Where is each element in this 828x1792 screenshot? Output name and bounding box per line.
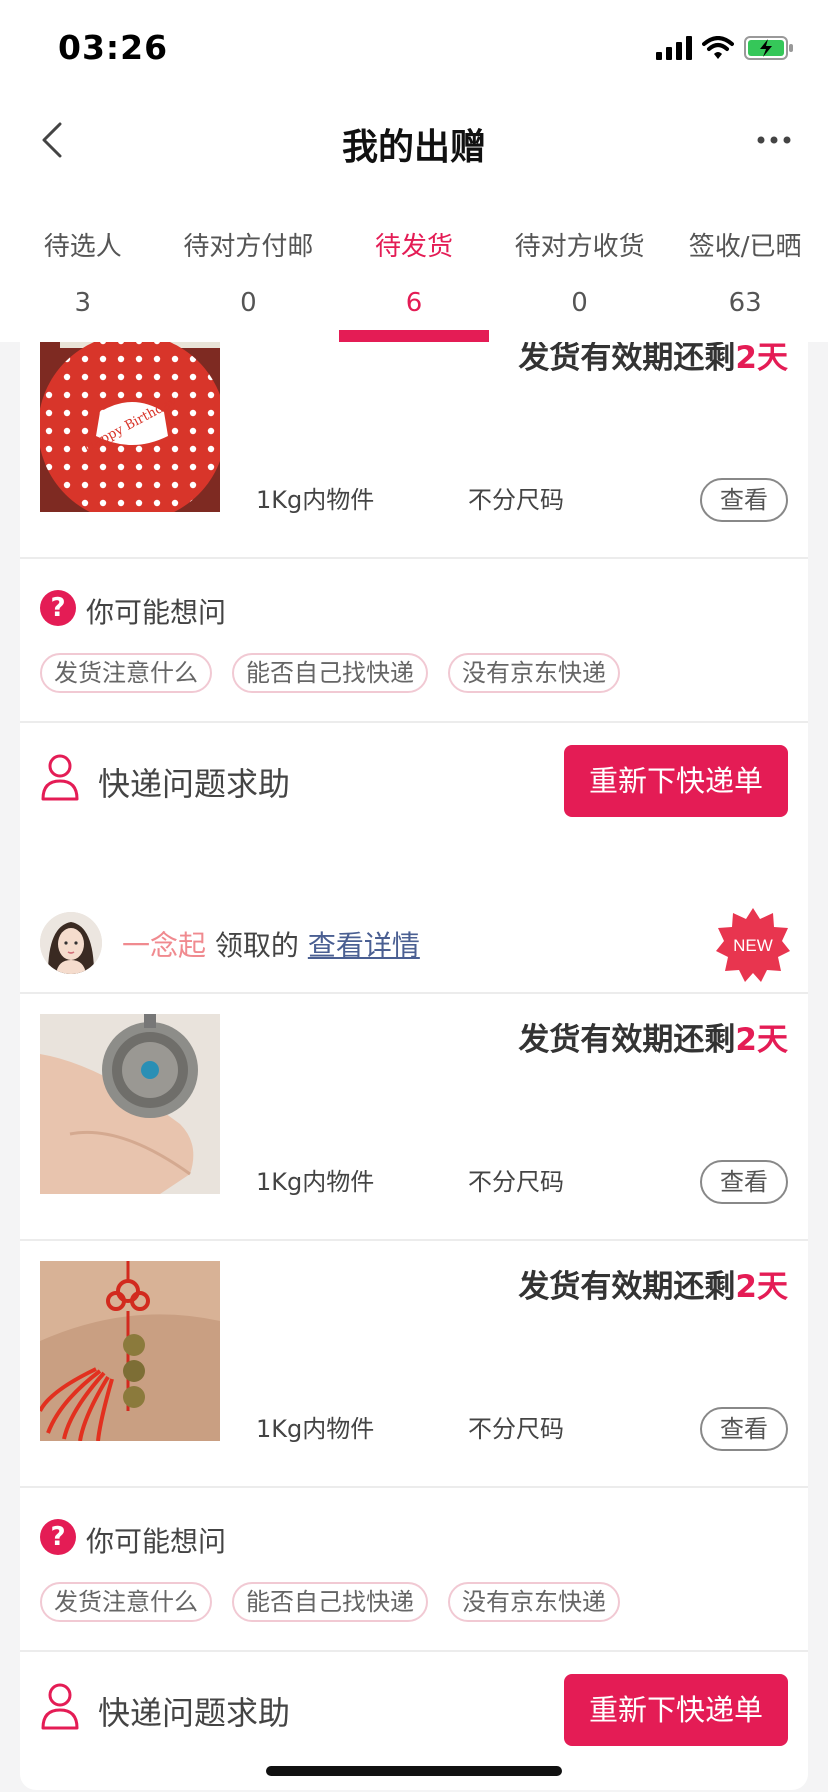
product-row[interactable]: Happy Birthday 发货有效期还剩2天 1Kg内物件 不分尺码 查看 bbox=[20, 342, 808, 559]
view-button[interactable]: 查看 bbox=[700, 1407, 788, 1451]
person-icon bbox=[40, 1682, 80, 1734]
tab-pending-select[interactable]: 待选人 3 bbox=[0, 186, 166, 342]
question-icon: ? bbox=[40, 590, 76, 626]
order-card: 一念起 领取的 查看详情 NEW 发货有效期还剩2天 1Kg内物件 不分尺码 查… bbox=[20, 890, 808, 1790]
active-tab-indicator bbox=[339, 330, 489, 342]
wifi-icon bbox=[702, 36, 734, 64]
size-spec: 不分尺码 bbox=[468, 1415, 564, 1443]
view-button[interactable]: 查看 bbox=[700, 478, 788, 522]
more-button[interactable] bbox=[746, 116, 802, 164]
status-tabs: 待选人 3 待对方付邮 0 待发货 6 待对方收货 0 签收/已晒 63 bbox=[0, 186, 828, 342]
tab-received-shared[interactable]: 签收/已晒 63 bbox=[662, 186, 828, 342]
deadline-days: 2天 bbox=[735, 342, 788, 376]
product-image: Happy Birthday bbox=[40, 342, 220, 512]
tab-count: 3 bbox=[74, 288, 92, 318]
product-row[interactable]: 发货有效期还剩2天 1Kg内物件 不分尺码 查看 bbox=[20, 1241, 808, 1488]
size-spec: 不分尺码 bbox=[468, 486, 564, 514]
signal-icon bbox=[656, 36, 692, 64]
reorder-express-button[interactable]: 重新下快递单 bbox=[564, 1674, 788, 1746]
faq-chip[interactable]: 发货注意什么 bbox=[40, 653, 212, 693]
product-row[interactable]: 发货有效期还剩2天 1Kg内物件 不分尺码 查看 bbox=[20, 994, 808, 1241]
deadline-days: 2天 bbox=[735, 1269, 788, 1305]
faq-chip[interactable]: 能否自己找快递 bbox=[232, 1582, 428, 1622]
tab-count: 63 bbox=[728, 288, 762, 318]
receiver-name[interactable]: 一念起 bbox=[122, 929, 206, 962]
faq-title: 你可能想问 bbox=[86, 1525, 227, 1558]
deadline-prefix: 发货有效期还剩 bbox=[518, 342, 736, 376]
more-dots-icon bbox=[757, 136, 791, 144]
view-button[interactable]: 查看 bbox=[700, 1160, 788, 1204]
size-spec: 不分尺码 bbox=[468, 1168, 564, 1196]
nav-bar: 我的出赠 bbox=[0, 96, 828, 186]
shipping-deadline: 发货有效期还剩2天 bbox=[518, 1261, 788, 1306]
screen: 03:26 我的出赠 待选人 3 待对方付邮 0 待发货 6 待对方收货 0 签… bbox=[0, 0, 828, 1792]
order-list[interactable]: Happy Birthday 发货有效期还剩2天 1Kg内物件 不分尺码 查看 … bbox=[0, 342, 828, 1792]
status-icons bbox=[656, 36, 794, 64]
tab-pending-postage[interactable]: 待对方付邮 0 bbox=[166, 186, 332, 342]
faq-chips: 发货注意什么 能否自己找快递 没有京东快递 bbox=[40, 653, 620, 693]
express-help-row: 快递问题求助 重新下快递单 bbox=[20, 1652, 808, 1764]
faq-section: ? 你可能想问 发货注意什么 能否自己找快递 没有京东快递 bbox=[20, 559, 808, 723]
weight-spec: 1Kg内物件 bbox=[256, 1168, 375, 1196]
avatar[interactable] bbox=[40, 912, 102, 974]
faq-chip[interactable]: 没有京东快递 bbox=[448, 1582, 620, 1622]
tab-pending-shipment[interactable]: 待发货 6 bbox=[331, 186, 497, 342]
page-title: 我的出赠 bbox=[341, 127, 486, 168]
status-time: 03:26 bbox=[58, 28, 169, 67]
tab-count: 0 bbox=[240, 288, 257, 318]
weight-spec: 1Kg内物件 bbox=[256, 486, 375, 514]
deadline-days: 2天 bbox=[735, 1022, 788, 1058]
tab-label: 待对方收货 bbox=[514, 232, 645, 262]
receiver-info: 一念起 领取的 查看详情 bbox=[122, 924, 420, 964]
tab-label: 待选人 bbox=[43, 232, 122, 262]
home-indicator bbox=[266, 1766, 562, 1776]
person-icon bbox=[40, 753, 80, 805]
question-icon: ? bbox=[40, 1519, 76, 1555]
deadline-prefix: 发货有效期还剩 bbox=[518, 1269, 736, 1305]
tab-label: 待发货 bbox=[374, 232, 453, 262]
faq-chips: 发货注意什么 能否自己找快递 没有京东快递 bbox=[40, 1582, 620, 1622]
view-details-link[interactable]: 查看详情 bbox=[308, 929, 420, 962]
battery-charging-icon bbox=[744, 35, 794, 65]
tab-label: 签收/已晒 bbox=[688, 232, 802, 262]
status-bar: 03:26 bbox=[0, 0, 828, 96]
product-image bbox=[40, 1014, 220, 1194]
reorder-express-button[interactable]: 重新下快递单 bbox=[564, 745, 788, 817]
new-badge: NEW bbox=[716, 908, 790, 982]
faq-chip[interactable]: 发货注意什么 bbox=[40, 1582, 212, 1622]
express-help-link[interactable]: 快递问题求助 bbox=[98, 759, 290, 805]
tab-label: 待对方付邮 bbox=[183, 232, 314, 262]
weight-spec: 1Kg内物件 bbox=[256, 1415, 375, 1443]
faq-title: 你可能想问 bbox=[86, 596, 227, 629]
receiver-action: 领取的 bbox=[206, 929, 308, 962]
faq-chip[interactable]: 没有京东快递 bbox=[448, 653, 620, 693]
new-badge-text: NEW bbox=[733, 936, 773, 955]
express-help-row: 快递问题求助 重新下快递单 bbox=[20, 723, 808, 835]
express-help-link[interactable]: 快递问题求助 bbox=[98, 1688, 290, 1734]
faq-chip[interactable]: 能否自己找快递 bbox=[232, 653, 428, 693]
receiver-row: 一念起 领取的 查看详情 NEW bbox=[20, 890, 808, 994]
shipping-deadline: 发货有效期还剩2天 bbox=[518, 342, 788, 377]
tab-pending-receipt[interactable]: 待对方收货 0 bbox=[497, 186, 663, 342]
product-image bbox=[40, 1261, 220, 1441]
deadline-prefix: 发货有效期还剩 bbox=[518, 1022, 736, 1058]
tab-count: 6 bbox=[405, 288, 423, 318]
shipping-deadline: 发货有效期还剩2天 bbox=[518, 1014, 788, 1059]
tab-count: 0 bbox=[571, 288, 588, 318]
faq-section: ? 你可能想问 发货注意什么 能否自己找快递 没有京东快递 bbox=[20, 1488, 808, 1652]
